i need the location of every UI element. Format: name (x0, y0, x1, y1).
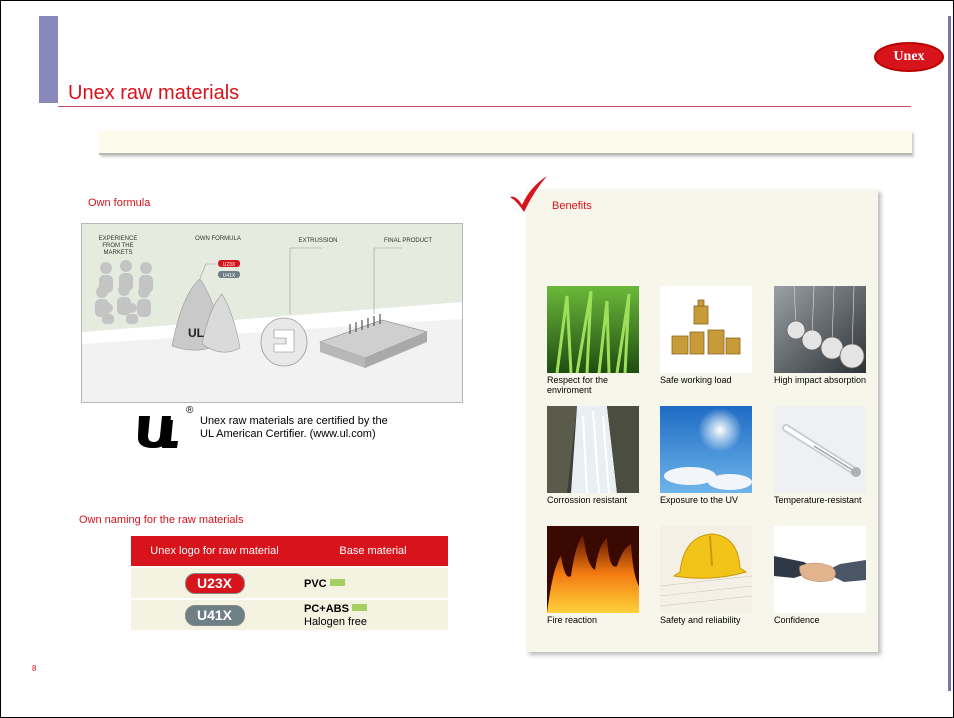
table-row: U23X PVC (131, 566, 448, 599)
benefit-caption: Temperature-resistant (774, 495, 862, 505)
certification-text: Unex raw materials are certified by the … (200, 415, 388, 440)
material-name: PVC (304, 578, 327, 590)
material-cell: PC+ABS Halogen free (298, 598, 448, 630)
weights-photo-icon (660, 286, 752, 373)
naming-table: Unex logo for raw material Base material… (131, 536, 448, 630)
benefit-tile: Safety and reliability (660, 526, 755, 625)
diagram-label-experience: EXPERIENCE FROM THE MARKETS (98, 236, 138, 256)
benefit-caption: Corrossion resistant (547, 495, 628, 505)
benefit-tile: Corrossion resistant (547, 406, 642, 505)
people-icon (95, 260, 153, 324)
diagram-label-own-formula: OWN FORMULA (195, 236, 241, 242)
diagram-label-extrussion: EXTRUSSION (298, 238, 338, 244)
fire-photo-icon (547, 526, 639, 613)
sun-photo-icon (660, 406, 752, 493)
benefit-tile: Exposure to the UV (660, 406, 755, 505)
header-base-material: Base material (298, 536, 448, 567)
code-pill-u23x: U23X (184, 572, 245, 594)
logo-reg-mark: ® (936, 52, 940, 57)
unex-logo: Unex ® (874, 42, 944, 72)
banner-strip (99, 131, 912, 155)
checkmark-icon (510, 176, 547, 212)
benefit-tile: Fire reaction (547, 526, 642, 625)
approved-tag-icon (329, 579, 345, 587)
handshake-photo-icon (774, 526, 866, 613)
benefit-tile: Confidence (774, 526, 869, 625)
benefit-caption: Confidence (774, 615, 820, 625)
approved-tag-icon (351, 604, 367, 612)
material-note: Halogen free (304, 616, 367, 628)
benefit-caption: Respect for the enviroment (547, 375, 609, 395)
benefit-caption: Safety and reliability (660, 615, 741, 625)
material-name: PC+ABS (304, 603, 349, 615)
table-row: U41X PC+ABS Halogen free (131, 598, 448, 630)
accent-bar (39, 16, 58, 103)
ul-certification-icon (137, 416, 178, 448)
slide: Unex ® Unex raw materials Own formula UL (0, 0, 954, 718)
benefit-tile: Respect for the enviroment (547, 286, 642, 395)
own-formula-diagram: UL U23X U41X EXPERIENCE FROM THE MARKETS (81, 223, 463, 403)
title-divider (58, 106, 911, 107)
grass-photo-icon (547, 286, 639, 373)
code-cell: U23X (131, 566, 298, 599)
code-cell: U41X (131, 598, 298, 630)
right-stripe (948, 16, 951, 691)
header-logo: Unex logo for raw material (131, 536, 298, 567)
ul-reg-mark: ® (186, 405, 194, 416)
benefit-tile: High impact absorption (774, 286, 869, 385)
diagram-tag-u23x: U23X (223, 262, 236, 268)
benefits-label: Benefits (552, 200, 592, 212)
waterfall-photo-icon (547, 406, 639, 493)
naming-label: Own naming for the raw materials (79, 514, 244, 526)
logo-text: Unex (893, 49, 925, 64)
page-title: Unex raw materials (68, 82, 240, 104)
newtons-cradle-photo-icon (774, 286, 866, 373)
page-number: 8 (32, 664, 37, 673)
material-cell: PVC (298, 566, 448, 599)
benefit-tile: Temperature-resistant (774, 406, 869, 505)
benefit-tile: Safe working load (660, 286, 755, 385)
thermometer-photo-icon (774, 406, 866, 493)
svg-text:UL: UL (188, 326, 204, 340)
diagram-tag-u41x: U41X (223, 273, 236, 279)
diagram-label-final-product: FINAL PRODUCT (383, 238, 433, 244)
own-formula-label: Own formula (88, 197, 151, 209)
code-pill-u41x: U41X (184, 604, 245, 626)
naming-table-header: Unex logo for raw material Base material (131, 536, 448, 567)
benefit-caption: Exposure to the UV (660, 495, 739, 505)
hardhat-photo-icon (660, 526, 752, 613)
benefit-caption: Safe working load (660, 375, 732, 385)
benefit-caption: Fire reaction (547, 615, 598, 625)
benefit-caption: High impact absorption (774, 375, 867, 385)
